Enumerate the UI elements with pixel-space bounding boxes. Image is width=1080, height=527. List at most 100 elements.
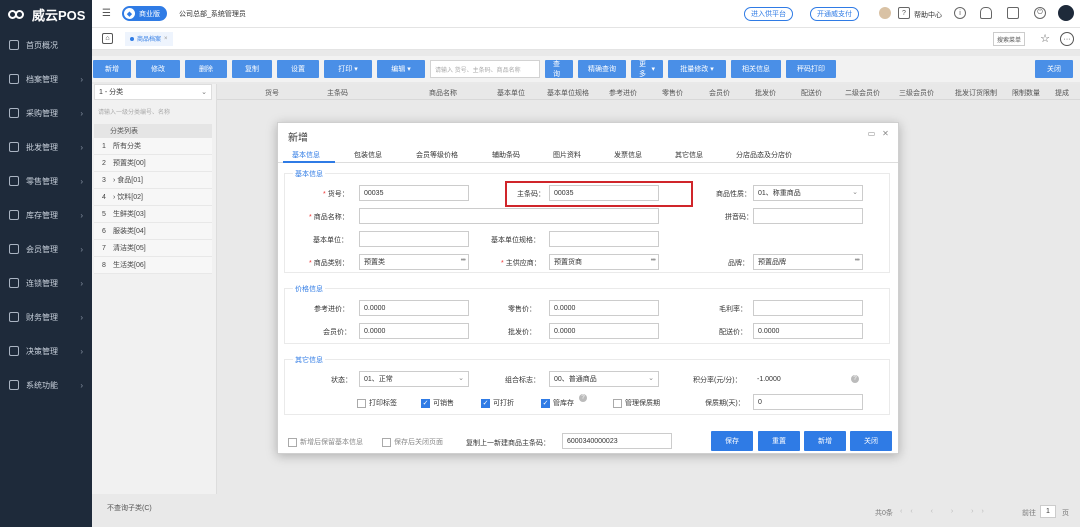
ellipsis-icon[interactable]: ••• <box>855 257 860 264</box>
ellipsis-icon[interactable]: ••• <box>651 257 656 264</box>
member-price-field[interactable]: 0.0000 <box>359 323 469 339</box>
more-button[interactable]: 更多 ▾ <box>631 60 663 78</box>
add-button[interactable]: 新增 <box>93 60 131 78</box>
tab-aux-barcode[interactable]: 辅助条码 <box>492 150 520 160</box>
home-icon[interactable]: ⌂ <box>102 33 113 44</box>
edit-button[interactable]: 修改 <box>136 60 180 78</box>
tab-product-archive[interactable]: 商品档案 × <box>125 31 173 46</box>
batch-edit-button[interactable]: 批量修改 ▾ <box>668 60 726 78</box>
grid-column-header[interactable]: 零售价 <box>662 88 683 98</box>
minimize-icon[interactable]: ▭ <box>867 129 876 138</box>
grid-column-header[interactable]: 二级会员价 <box>845 88 880 98</box>
sidebar-item[interactable]: 采购管理 › <box>0 96 92 130</box>
grid-column-header[interactable]: 限制数量 <box>1012 88 1040 98</box>
category-item[interactable]: 7 清洁类[05] <box>94 240 212 257</box>
ellipsis-icon[interactable]: ••• <box>461 257 466 264</box>
query-button[interactable]: 查询 <box>545 60 573 78</box>
sidebar-item[interactable]: 财务管理 › <box>0 300 92 334</box>
margin-field[interactable] <box>753 300 863 316</box>
sellable-checkbox[interactable]: ✓ 可销售 <box>421 398 454 408</box>
product-search-input[interactable]: 请输入 货号、主条码、商品名称 <box>430 60 540 78</box>
sidebar-item[interactable]: 决策管理 › <box>0 334 92 368</box>
cost-price-field[interactable]: 0.0000 <box>359 300 469 316</box>
supply-platform-button[interactable]: 进入供平台 <box>744 7 793 21</box>
tab-packaging[interactable]: 包装信息 <box>354 150 382 160</box>
status-select[interactable]: 01、正常 ⌄ <box>359 371 469 387</box>
question-icon[interactable]: ? <box>851 375 859 383</box>
category-item[interactable]: 8 生活类[06] <box>94 257 212 274</box>
copy-button[interactable]: 复制 <box>232 60 272 78</box>
reset-button[interactable]: 重置 <box>758 431 800 451</box>
sidebar-item[interactable]: 批发管理 › <box>0 130 92 164</box>
category-level-select[interactable]: 1 - 分类 ⌄ <box>94 84 212 100</box>
manage-stock-checkbox[interactable]: ✓ 管库存 <box>541 398 574 408</box>
edition-badge[interactable]: ◆ 商业版 <box>122 6 167 21</box>
scale-code-print-button[interactable]: 秤码打印 <box>786 60 836 78</box>
base-unit-field[interactable] <box>359 231 469 247</box>
power-icon[interactable]: ⏻ <box>1034 7 1046 19</box>
points-rate-field[interactable]: -1.0000 <box>753 371 863 387</box>
nature-select[interactable]: 01、称重商品 ⌄ <box>753 185 863 201</box>
discountable-checkbox[interactable]: ✓ 可打折 <box>481 398 514 408</box>
grid-column-header[interactable]: 批发订货限制 <box>955 88 997 98</box>
dialog-close-button[interactable]: 关闭 <box>850 431 892 451</box>
grid-column-header[interactable]: 基本单位 <box>497 88 525 98</box>
grid-column-header[interactable]: 主条码 <box>327 88 348 98</box>
grid-column-header[interactable]: 会员价 <box>709 88 730 98</box>
delete-button[interactable]: 删除 <box>185 60 227 78</box>
collapse-menu-icon[interactable]: ☰ <box>102 8 112 19</box>
sidebar-item[interactable]: 首页概况 <box>0 28 92 62</box>
unit-spec-field[interactable] <box>549 231 659 247</box>
tab-branch-price[interactable]: 分店品态及分店价 <box>736 150 792 160</box>
star-icon[interactable]: ☆ <box>1040 32 1050 45</box>
grid-column-header[interactable]: 提成 <box>1055 88 1069 98</box>
close-icon[interactable]: ✕ <box>881 129 890 138</box>
grid-column-header[interactable]: 三级会员价 <box>899 88 934 98</box>
shelf-life-field[interactable]: 0 <box>753 394 863 410</box>
no-subcategory-query-label[interactable]: 不查询子类(C) <box>107 503 152 513</box>
category-item[interactable]: 5 生鲜类[03] <box>94 206 212 223</box>
sidebar-item[interactable]: 系统功能 › <box>0 368 92 402</box>
tab-other-info[interactable]: 其它信息 <box>675 150 703 160</box>
print-label-checkbox[interactable]: 打印标签 <box>357 398 397 408</box>
wholesale-price-field[interactable]: 0.0000 <box>549 323 659 339</box>
shelf-life-checkbox[interactable]: 管理保质期 <box>613 398 660 408</box>
page-nav-icons[interactable]: ‹‹ ‹ › ›› <box>900 508 992 515</box>
item-no-field[interactable]: 00035 <box>359 185 469 201</box>
print-button[interactable]: 打印 ▾ <box>324 60 372 78</box>
tab-invoice[interactable]: 发票信息 <box>614 150 642 160</box>
menu-search-input[interactable]: 搜索菜单 <box>992 32 1025 46</box>
user-avatar[interactable] <box>879 7 891 19</box>
edit-menu-button[interactable]: 编辑 ▾ <box>377 60 425 78</box>
delivery-price-field[interactable]: 0.0000 <box>753 323 863 339</box>
sidebar-item[interactable]: 连锁管理 › <box>0 266 92 300</box>
category-item[interactable]: 3 › 食品[01] <box>94 172 212 189</box>
grid-column-header[interactable]: 货号 <box>265 88 279 98</box>
close-tab-icon[interactable]: × <box>164 36 168 42</box>
account-avatar[interactable] <box>1058 5 1074 21</box>
sidebar-item[interactable]: 会员管理 › <box>0 232 92 266</box>
help-icon[interactable]: ? <box>898 7 910 19</box>
category-search-input[interactable]: 请输入一级分类编号、名称 <box>94 104 212 118</box>
grid-column-header[interactable]: 配送价 <box>801 88 822 98</box>
exact-query-button[interactable]: 精确查询 <box>578 60 626 78</box>
settings-button[interactable]: 设置 <box>277 60 319 78</box>
supplier-field[interactable]: 预置货商 ••• <box>549 254 659 270</box>
info-icon[interactable]: i <box>954 7 966 19</box>
tab-images[interactable]: 图片资料 <box>553 150 581 160</box>
tab-basic-info[interactable]: 基本信息 <box>292 150 320 160</box>
keep-basic-info-checkbox[interactable]: 新增后保留基本信息 <box>288 437 363 447</box>
category-item[interactable]: 4 › 饮料[02] <box>94 189 212 206</box>
grid-column-header[interactable]: 参考进价 <box>609 88 637 98</box>
product-name-field[interactable] <box>359 208 659 224</box>
sidebar-item[interactable]: 零售管理 › <box>0 164 92 198</box>
sidebar-item[interactable]: 档案管理 › <box>0 62 92 96</box>
close-after-save-checkbox[interactable]: 保存后关闭页面 <box>382 437 443 447</box>
category-item[interactable]: 1 所有分类 <box>94 138 212 155</box>
copy-barcode-field[interactable]: 6000340000023 <box>562 433 672 449</box>
category-item[interactable]: 2 预置类[00] <box>94 155 212 172</box>
category-item[interactable]: 6 服装类[04] <box>94 223 212 240</box>
retail-price-field[interactable]: 0.0000 <box>549 300 659 316</box>
category-field[interactable]: 预置类 ••• <box>359 254 469 270</box>
grid-column-header[interactable]: 批发价 <box>755 88 776 98</box>
